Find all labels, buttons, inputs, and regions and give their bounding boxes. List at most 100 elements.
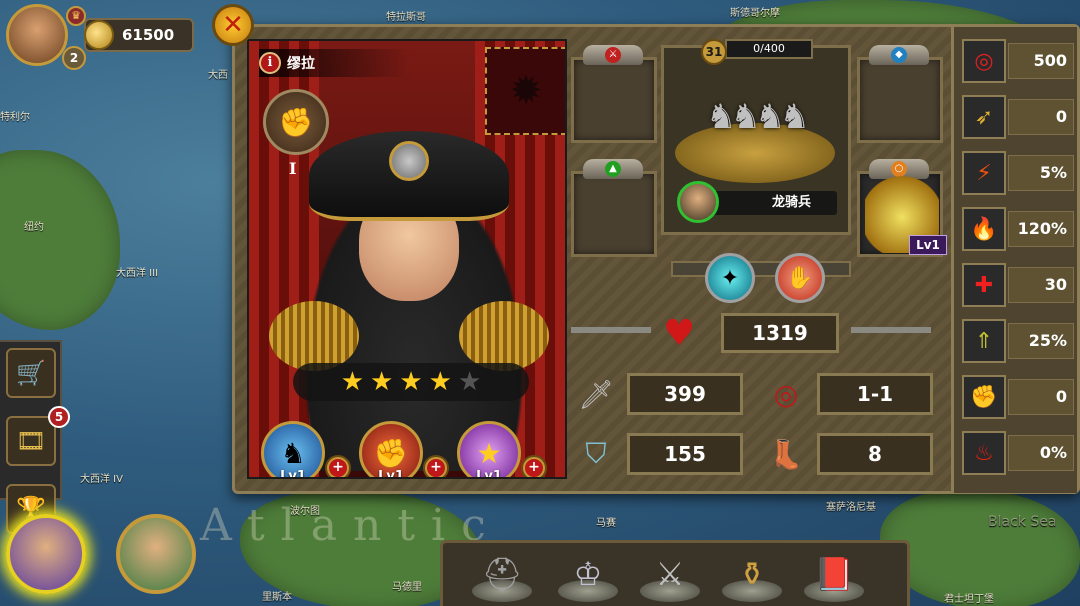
stat-row-target: ◎ 500 xyxy=(962,39,1074,83)
range-value: 1-1 xyxy=(817,373,933,415)
skill-1-level: Lv1 xyxy=(280,469,306,479)
stat-value: 30 xyxy=(1008,267,1074,303)
film-icon: 🎞 xyxy=(15,427,47,455)
stat-value: 0% xyxy=(1008,435,1074,471)
sword-shield-icon: ⚔ xyxy=(655,555,685,593)
book-icon: 📕 xyxy=(814,555,854,593)
plus-icon: + xyxy=(329,459,347,477)
treasure-chest-icon: ⚱ xyxy=(738,555,766,593)
shield-badge-icon: ◆ xyxy=(891,47,907,63)
hero-name: 缪拉 xyxy=(287,56,315,72)
map-label-marseille: 马赛 xyxy=(596,518,616,529)
weapon-slot[interactable] xyxy=(571,57,657,143)
hero-star-rating: ★ ★ ★ ★ ★ xyxy=(293,363,529,401)
hero-portrait-second[interactable] xyxy=(116,514,196,594)
potion-level: Lv1 xyxy=(909,235,947,255)
stat-row-lightning: ⚡ 5% xyxy=(962,151,1074,195)
skill-1-upgrade-button[interactable]: + xyxy=(325,455,351,477)
attack-value: 399 xyxy=(627,373,743,415)
cart-icon: 🛒 xyxy=(16,359,46,387)
rune-button-red[interactable]: ✋ xyxy=(775,253,825,303)
stat-value: 120% xyxy=(1008,211,1074,247)
helmet-icon: ⛑ xyxy=(481,555,523,593)
helmet-tool-button[interactable]: ⛑ xyxy=(466,546,538,602)
land-america xyxy=(0,150,120,330)
coin-icon xyxy=(84,20,114,50)
skill-2-upgrade-button[interactable]: + xyxy=(423,455,449,477)
player-level-badge: 2 xyxy=(62,46,86,70)
defense-value: 155 xyxy=(627,433,743,475)
skill-2-level: Lv1 xyxy=(378,469,404,479)
stat-row-health: ✚ 30 xyxy=(962,263,1074,307)
crown-tool-button[interactable]: ♔ xyxy=(552,546,624,602)
coin-value: 61500 xyxy=(122,26,175,44)
plus-icon: + xyxy=(427,459,445,477)
map-label-glasgow: 特拉斯哥 xyxy=(386,12,426,23)
book-tool-button[interactable]: 📕 xyxy=(798,546,870,602)
close-button[interactable]: ✕ xyxy=(212,4,254,46)
map-label-atlantic-4: 大西洋 IV xyxy=(80,474,123,485)
map-label-newyork: 纽约 xyxy=(24,222,44,233)
handshake-trait-icon[interactable]: ✊ xyxy=(263,89,329,155)
map-label-trier: 特利尔 xyxy=(0,112,30,123)
troop-level: 31 xyxy=(701,39,727,65)
stat-value: 25% xyxy=(1008,323,1074,359)
armor-slot-tab: ▲ xyxy=(583,159,643,179)
skill-3-upgrade-button[interactable]: + xyxy=(521,455,547,477)
rank-up-icon: ⇑ xyxy=(962,319,1006,363)
shield-icon: ⛉ xyxy=(585,437,607,470)
treasure-tool-button[interactable]: ⚱ xyxy=(716,546,788,602)
epaulet-right xyxy=(459,301,549,371)
video-badge: 5 xyxy=(48,406,70,428)
map-label-atlantic: 大西 xyxy=(208,70,228,81)
crown-icon: ♛ xyxy=(66,6,86,26)
sword-fire-icon: 🔥 xyxy=(962,207,1006,251)
video-button[interactable]: 🎞 xyxy=(6,416,56,466)
banner-slot[interactable]: ✹ xyxy=(485,47,565,135)
dragoon-troops-art: ♞♞♞♞ xyxy=(706,97,810,137)
stat-row-fist: ✊ 0 xyxy=(962,375,1074,419)
health-cross-icon: ✚ xyxy=(962,263,1006,307)
stat-value: 0 xyxy=(1008,99,1074,135)
lightning-icon: ⚡ xyxy=(962,151,1006,195)
hero-portrait-large: i 缪拉 ✊ I ✹ ★ ★ ★ ★ ★ ♞ Lv1 + ✊ Lv1 + ★ L… xyxy=(247,39,567,479)
hp-decoration-right xyxy=(851,327,931,333)
rune-button-cyan[interactable]: ✦ xyxy=(705,253,755,303)
cockade-art xyxy=(389,141,429,181)
star-icon: ★ xyxy=(370,367,394,397)
shield-slot[interactable] xyxy=(857,57,943,143)
stat-value: 5% xyxy=(1008,155,1074,191)
sword-badge-icon: ⚔ xyxy=(605,47,621,63)
star-icon: ★ xyxy=(428,367,452,397)
skill-3-level: Lv1 xyxy=(476,469,502,479)
star-icon: ★ xyxy=(340,367,365,397)
weapon-slot-tab: ⚔ xyxy=(583,45,643,65)
stat-row-sword-fire: 🔥 120% xyxy=(962,207,1074,251)
stat-value: 500 xyxy=(1008,43,1074,79)
coin-counter[interactable]: 61500 xyxy=(84,18,194,52)
shield-slot-tab: ◆ xyxy=(869,45,929,65)
star-icon: ★ xyxy=(399,367,423,397)
armor-slot[interactable] xyxy=(571,171,657,257)
sword-tool-button[interactable]: ⚔ xyxy=(634,546,706,602)
sword-icon: 🗡 xyxy=(578,377,614,411)
tiara-icon: ♔ xyxy=(573,555,603,593)
fist-fire-icon: ✊ xyxy=(962,375,1006,419)
land-balkans xyxy=(880,490,1080,606)
target-icon: ◎ xyxy=(962,39,1006,83)
player-avatar[interactable] xyxy=(6,4,68,66)
stat-row-burn: ♨ 0% xyxy=(962,431,1074,475)
trait-rank: I xyxy=(289,159,297,178)
info-icon[interactable]: i xyxy=(259,52,281,74)
shop-button[interactable]: 🛒 xyxy=(6,348,56,398)
troop-xp: 0/400 xyxy=(725,39,813,59)
hero-portrait-murat[interactable] xyxy=(6,514,86,594)
hero-panel: i 缪拉 ✊ I ✹ ★ ★ ★ ★ ★ ♞ Lv1 + ✊ Lv1 + ★ L… xyxy=(232,24,1080,494)
boot-icon: 👢 xyxy=(768,437,804,471)
heart-icon: ♥ xyxy=(663,313,696,354)
stat-value: 0 xyxy=(1008,379,1074,415)
wing-icon: ➶ xyxy=(962,95,1006,139)
boot-badge-icon: ▲ xyxy=(605,161,621,177)
burning-man-icon: ♨ xyxy=(962,431,1006,475)
hp-decoration-left xyxy=(571,327,651,333)
